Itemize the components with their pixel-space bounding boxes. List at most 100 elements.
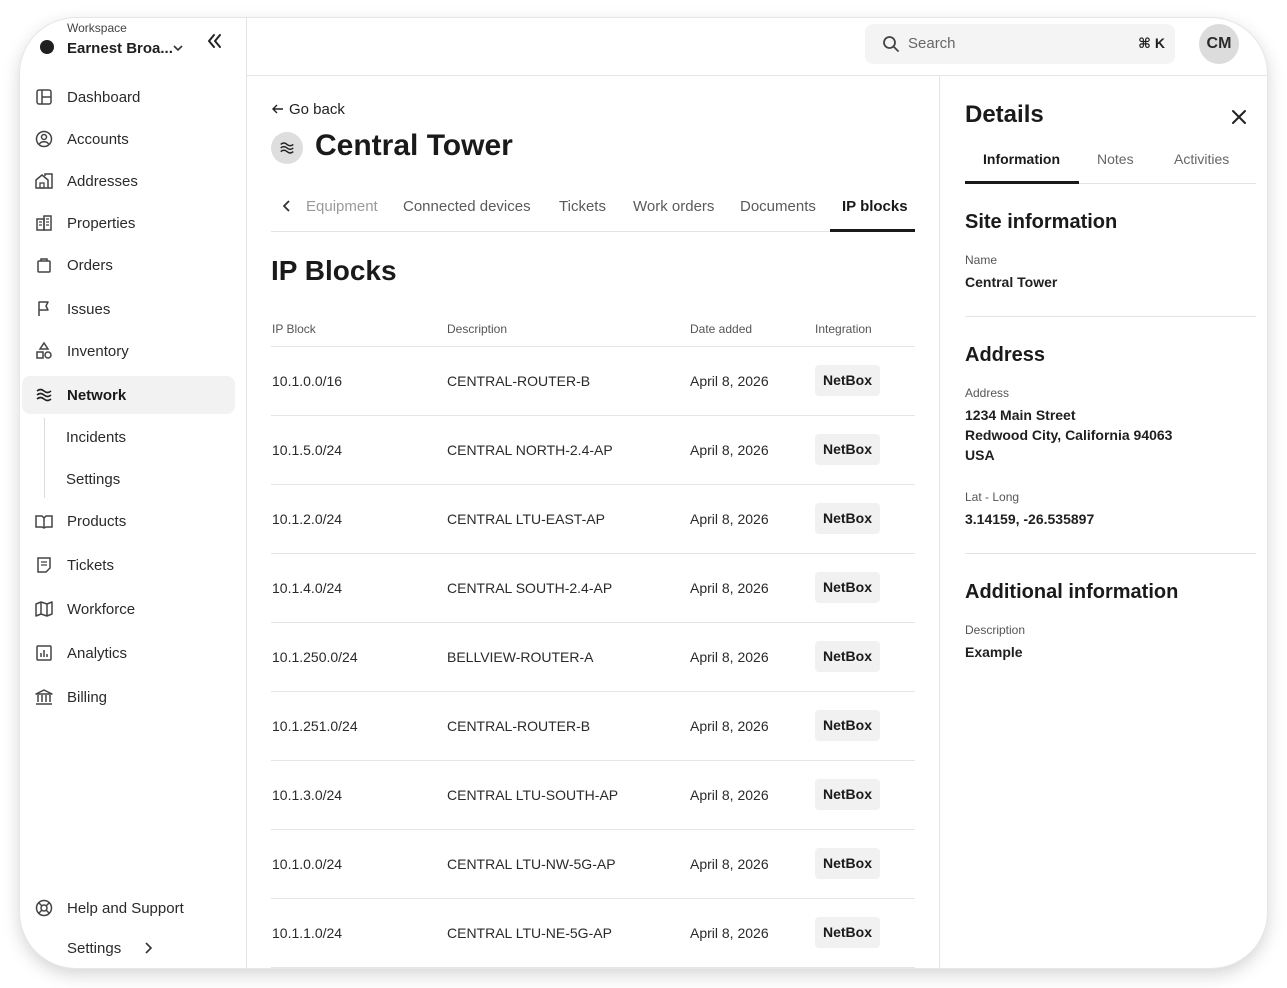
sidebar-item-inventory[interactable]: Inventory — [22, 332, 235, 370]
date-added-cell: April 8, 2026 — [690, 718, 769, 734]
help-and-support-link[interactable]: Help and Support — [22, 889, 235, 927]
sidebar-item-analytics[interactable]: Analytics — [22, 634, 235, 672]
table-row[interactable]: 10.1.2.0/24 CENTRAL LTU-EAST-AP April 8, 2… — [271, 485, 915, 554]
sidebar-item-label: Billing — [67, 688, 108, 706]
book-open-icon — [35, 515, 53, 529]
date-added-cell: April 8, 2026 — [690, 511, 769, 527]
chevron-left-icon[interactable] — [279, 198, 295, 214]
chevron-right-icon[interactable] — [141, 941, 155, 955]
column-header-description[interactable]: Description — [447, 322, 507, 336]
table-row[interactable]: 10.1.5.0/24 CENTRAL NORTH-2.4-AP April 8, … — [271, 416, 915, 485]
go-back-link[interactable]: Go back — [271, 99, 345, 119]
sidebar-item-tickets[interactable]: Tickets — [22, 546, 235, 584]
sidebar-subitem-incidents[interactable]: Incidents — [55, 421, 225, 455]
integration-badge: NetBox — [815, 572, 881, 603]
table-row[interactable]: 10.1.250.0/24 BELLVIEW-ROUTER-A April 8, 2… — [271, 623, 915, 692]
sidebar-item-properties[interactable]: Properties — [22, 204, 235, 242]
bank-icon — [35, 689, 53, 705]
tab-ip-blocks[interactable]: IP blocks — [842, 198, 908, 215]
search-input[interactable]: Search ⌘ K — [865, 24, 1175, 64]
date-added-cell: April 8, 2026 — [690, 373, 769, 389]
table-row[interactable]: 10.1.4.0/24 CENTRAL SOUTH-2.4-AP April 8, … — [271, 554, 915, 623]
sidebar-item-workforce[interactable]: Workforce — [22, 590, 235, 628]
description-cell: CENTRAL LTU-NW-5G-AP — [447, 856, 616, 872]
chart-icon — [36, 645, 52, 661]
close-icon[interactable] — [1229, 107, 1249, 127]
arrow-left-icon — [272, 104, 283, 114]
description-cell: CENTRAL-ROUTER-B — [447, 718, 591, 734]
sidebar-item-orders[interactable]: Orders — [22, 246, 235, 284]
table-row[interactable]: 10.1.3.0/24 CENTRAL LTU-SOUTH-AP April 8, … — [271, 761, 915, 830]
sidebar-item-label: Network — [67, 386, 127, 404]
search-shortcut: ⌘ K — [1138, 35, 1165, 51]
sidebar-item-issues[interactable]: Issues — [22, 290, 235, 328]
tab-tickets[interactable]: Tickets — [559, 198, 606, 215]
column-header-ip-block[interactable]: IP Block — [272, 322, 316, 336]
active-tab-indicator — [965, 181, 1079, 184]
user-circle-icon — [35, 130, 53, 148]
tab-equipment[interactable]: Equipment — [306, 198, 378, 215]
tab-connected-devices[interactable]: Connected devices — [403, 198, 531, 215]
description-cell: BELLVIEW-ROUTER-A — [447, 649, 594, 665]
map-icon — [35, 601, 53, 617]
date-added-cell: April 8, 2026 — [690, 856, 769, 872]
description-label: Description — [965, 623, 1026, 637]
sidebar-item-label: Accounts — [67, 130, 129, 148]
sidebar-item-billing[interactable]: Billing — [22, 678, 235, 716]
sidebar-item-products[interactable]: Products — [22, 502, 235, 540]
sidebar-item-addresses[interactable]: Addresses — [22, 162, 235, 200]
avatar[interactable]: CM — [1199, 24, 1239, 64]
address-label: Address — [965, 386, 1010, 400]
tab-activities[interactable]: Activities — [1174, 151, 1229, 167]
sidebar-item-label: Products — [67, 512, 127, 530]
sidebar-subitem-settings[interactable]: Settings — [55, 463, 225, 497]
details-panel: Details Information Notes Activities Sit… — [939, 76, 1267, 968]
integration-badge: NetBox — [815, 779, 881, 810]
description-cell: CENTRAL-ROUTER-B — [447, 373, 591, 389]
house-icon — [35, 173, 53, 189]
help-label: Help and Support — [67, 899, 184, 917]
address-line-1: 1234 Main Street — [965, 407, 1076, 423]
integration-badge: NetBox — [815, 365, 881, 396]
table-row[interactable]: 10.1.251.0/24 CENTRAL-ROUTER-B April 8, 20… — [271, 692, 915, 761]
table-row[interactable]: 10.1.0.0/16 CENTRAL-ROUTER-B April 8, 2026… — [271, 347, 915, 416]
column-header-date-added[interactable]: Date added — [690, 322, 752, 336]
tab-documents[interactable]: Documents — [740, 198, 816, 215]
table-row[interactable]: 10.1.0.0/24 CENTRAL LTU-NW-5G-AP April 8, … — [271, 830, 915, 899]
workspace-switcher[interactable]: Earnest Broa... — [67, 40, 173, 57]
sidebar-item-dashboard[interactable]: Dashboard — [22, 78, 235, 116]
sidebar-item-label: Analytics — [67, 644, 128, 662]
workspace-logo-icon — [40, 40, 54, 54]
sidebar-item-label: Properties — [67, 214, 136, 232]
settings-link[interactable]: Settings — [22, 929, 235, 967]
page-title: Central Tower — [315, 129, 513, 162]
ip-blocks-table: IP Block Description Date added Integrat… — [271, 314, 915, 968]
tab-notes[interactable]: Notes — [1097, 151, 1134, 167]
workspace-label: Workspace — [67, 21, 127, 35]
table-row[interactable]: 10.1.1.0/24 CENTRAL LTU-NE-5G-AP April 8, … — [271, 899, 915, 968]
description-cell: CENTRAL SOUTH-2.4-AP — [447, 580, 613, 596]
description-cell: CENTRAL LTU-NE-5G-AP — [447, 925, 612, 941]
description-cell: CENTRAL NORTH-2.4-AP — [447, 442, 613, 458]
chevron-down-icon[interactable] — [172, 42, 184, 54]
integration-badge: NetBox — [815, 434, 881, 465]
ip-block-cell: 10.1.0.0/16 — [272, 373, 343, 389]
description-cell: CENTRAL LTU-EAST-AP — [447, 511, 605, 527]
address-heading: Address — [965, 344, 1046, 366]
dashboard-icon — [36, 89, 52, 105]
integration-badge: NetBox — [815, 917, 881, 948]
collapse-sidebar-icon[interactable] — [204, 31, 224, 51]
shopping-bag-icon — [37, 258, 51, 273]
column-header-integration[interactable]: Integration — [815, 322, 872, 336]
tab-work-orders[interactable]: Work orders — [633, 198, 714, 215]
date-added-cell: April 8, 2026 — [690, 580, 769, 596]
divider — [965, 553, 1256, 554]
ip-block-cell: 10.1.4.0/24 — [272, 580, 343, 596]
lifebuoy-icon — [35, 899, 53, 917]
tab-information[interactable]: Information — [983, 151, 1060, 167]
address-line-2: Redwood City, California 94063 — [965, 427, 1173, 443]
tab-bar: Equipment Connected devices Tickets Work… — [271, 186, 915, 232]
sidebar-item-network[interactable]: Network — [22, 376, 235, 414]
ticket-icon — [37, 557, 51, 573]
sidebar-item-accounts[interactable]: Accounts — [22, 120, 235, 158]
